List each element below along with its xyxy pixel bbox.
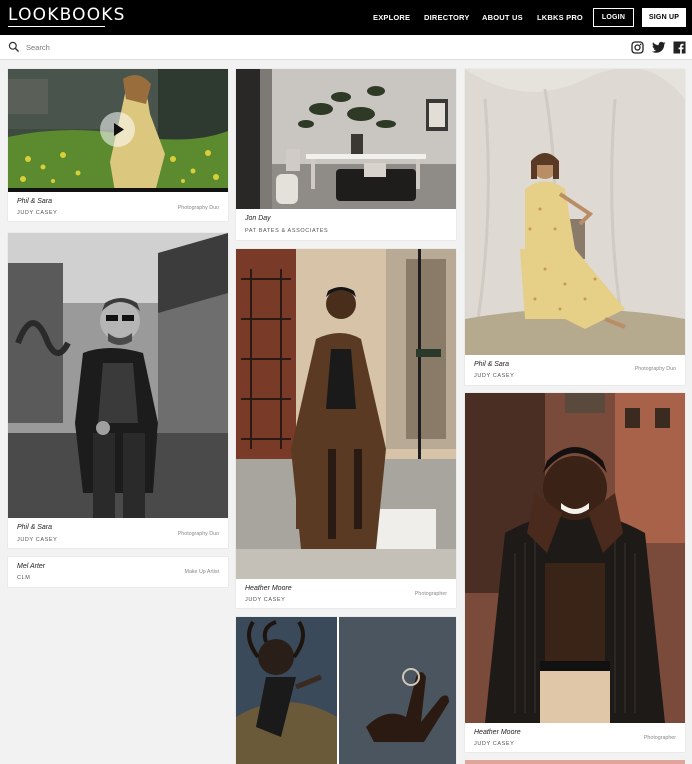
lookbooks-logo[interactable]: LOOKBOOKS	[8, 6, 126, 24]
video-thumbnail[interactable]	[8, 69, 228, 192]
card-image[interactable]	[8, 233, 228, 518]
card-agency[interactable]: JUDY CASEY	[17, 210, 57, 216]
lookbook-card[interactable]: Phil & Sara JUDY CASEY Photography Duo	[465, 69, 685, 385]
lookbook-card[interactable]: Heather Moore JUDY CASEY Photographer	[236, 249, 456, 608]
top-navigation-bar: LOOKBOOKS EXPLORE DIRECTORY ABOUT US LKB…	[0, 0, 692, 35]
card-name[interactable]: Heather Moore	[474, 729, 521, 736]
instagram-icon[interactable]	[631, 41, 644, 54]
play-button[interactable]	[100, 112, 135, 147]
play-icon	[114, 123, 124, 136]
card-role: Photographer	[414, 591, 447, 597]
signup-button[interactable]: SIGN UP	[642, 8, 686, 27]
lookbook-card[interactable]: Jon Day PAT BATES & ASSOCIATES	[236, 69, 456, 240]
card-name[interactable]: Heather Moore	[245, 585, 292, 592]
lookbook-card[interactable]	[236, 617, 456, 764]
card-agency[interactable]: JUDY CASEY	[474, 373, 514, 379]
card-agency[interactable]: CLM	[17, 575, 30, 581]
card-name[interactable]: Phil & Sara	[474, 361, 509, 368]
lookbook-card[interactable]: Phil & Sara JUDY CASEY Photography Duo	[8, 233, 228, 548]
card-name[interactable]: Phil & Sara	[17, 198, 52, 205]
search-input[interactable]	[26, 41, 326, 54]
card-agency[interactable]: JUDY CASEY	[474, 741, 514, 747]
card-image[interactable]	[465, 393, 685, 723]
card-image[interactable]	[465, 69, 685, 355]
card-role: Photography Duo	[634, 366, 676, 372]
card-image[interactable]	[236, 249, 456, 579]
nav-about-us[interactable]: ABOUT US	[482, 0, 523, 35]
search-bar	[0, 35, 692, 60]
nav-directory-link[interactable]: DIRECTORY	[424, 13, 470, 22]
card-role: Make Up Artist	[184, 569, 219, 575]
twitter-icon[interactable]	[652, 41, 666, 54]
card-image[interactable]	[236, 69, 456, 209]
login-button[interactable]: LOGIN	[593, 8, 634, 27]
card-agency[interactable]: PAT BATES & ASSOCIATES	[245, 228, 328, 234]
lookbook-card[interactable]: Heather Moore JUDY CASEY Photographer	[465, 393, 685, 752]
nav-explore-link[interactable]: EXPLORE	[373, 13, 410, 22]
facebook-icon[interactable]	[673, 41, 686, 54]
card-role: Photography Duo	[177, 205, 219, 211]
nav-explore[interactable]: EXPLORE	[373, 0, 410, 35]
card-image[interactable]	[236, 617, 456, 764]
nav-lkbks-pro[interactable]: LKBKS PRO	[537, 0, 583, 35]
logo-underline	[8, 26, 105, 27]
lookbook-card[interactable]: Mel Arter CLM Make Up Artist	[8, 557, 228, 587]
search-icon[interactable]	[8, 41, 20, 53]
lookbook-card[interactable]: Phil & Sara JUDY CASEY Photography Duo	[8, 69, 228, 221]
nav-directory[interactable]: DIRECTORY	[424, 0, 470, 35]
card-role: Photography Duo	[177, 531, 219, 537]
card-agency[interactable]: JUDY CASEY	[245, 597, 285, 603]
card-name[interactable]: Mel Arter	[17, 563, 45, 570]
card-name[interactable]: Phil & Sara	[17, 524, 52, 531]
card-role: Photographer	[643, 735, 676, 741]
next-card-peek	[465, 760, 685, 764]
nav-lkbks-pro-link[interactable]: LKBKS PRO	[537, 13, 583, 22]
card-agency[interactable]: JUDY CASEY	[17, 537, 57, 543]
nav-about-us-link[interactable]: ABOUT US	[482, 13, 523, 22]
card-name[interactable]: Jon Day	[245, 215, 271, 222]
